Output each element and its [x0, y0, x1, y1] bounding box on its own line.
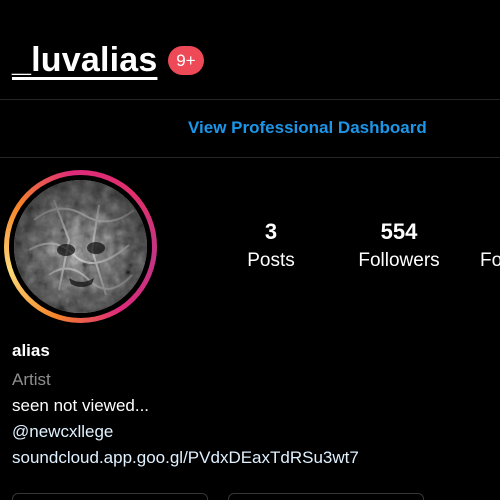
bio-section: alias Artist seen not viewed... @newcxll…: [12, 340, 492, 471]
professional-dashboard-row: View Professional Dashboard: [0, 100, 500, 158]
view-professional-dashboard-link[interactable]: View Professional Dashboard: [188, 117, 427, 139]
action-buttons-row: [12, 493, 488, 500]
edit-profile-button[interactable]: [12, 493, 208, 500]
followers-label: Followers: [358, 250, 440, 271]
posts-label: Posts: [247, 250, 295, 271]
stat-posts[interactable]: 3 Posts: [240, 218, 302, 274]
username-title[interactable]: _luvalias: [12, 40, 157, 80]
stat-following[interactable]: Fo: [480, 218, 500, 274]
profile-header: _luvalias 9+: [0, 0, 500, 100]
notification-badge[interactable]: 9+: [168, 46, 204, 75]
followers-count: 554: [380, 219, 418, 244]
story-ring[interactable]: [4, 170, 157, 323]
bio-mention-link[interactable]: @newcxllege: [12, 419, 492, 445]
category-label: Artist: [12, 370, 51, 389]
bio-external-link[interactable]: soundcloud.app.goo.gl/PVdxDEaxTdRSu3wt7: [12, 445, 492, 471]
display-name: alias: [12, 341, 50, 360]
stat-followers[interactable]: 554 Followers: [350, 218, 448, 274]
avatar[interactable]: [14, 180, 147, 313]
posts-count: 3: [264, 219, 278, 244]
share-profile-button[interactable]: [228, 493, 424, 500]
following-count: [480, 218, 500, 246]
bio-text: seen not viewed...: [12, 396, 150, 415]
profile-picture-icon: [14, 180, 147, 313]
following-label: Fo: [480, 250, 500, 271]
